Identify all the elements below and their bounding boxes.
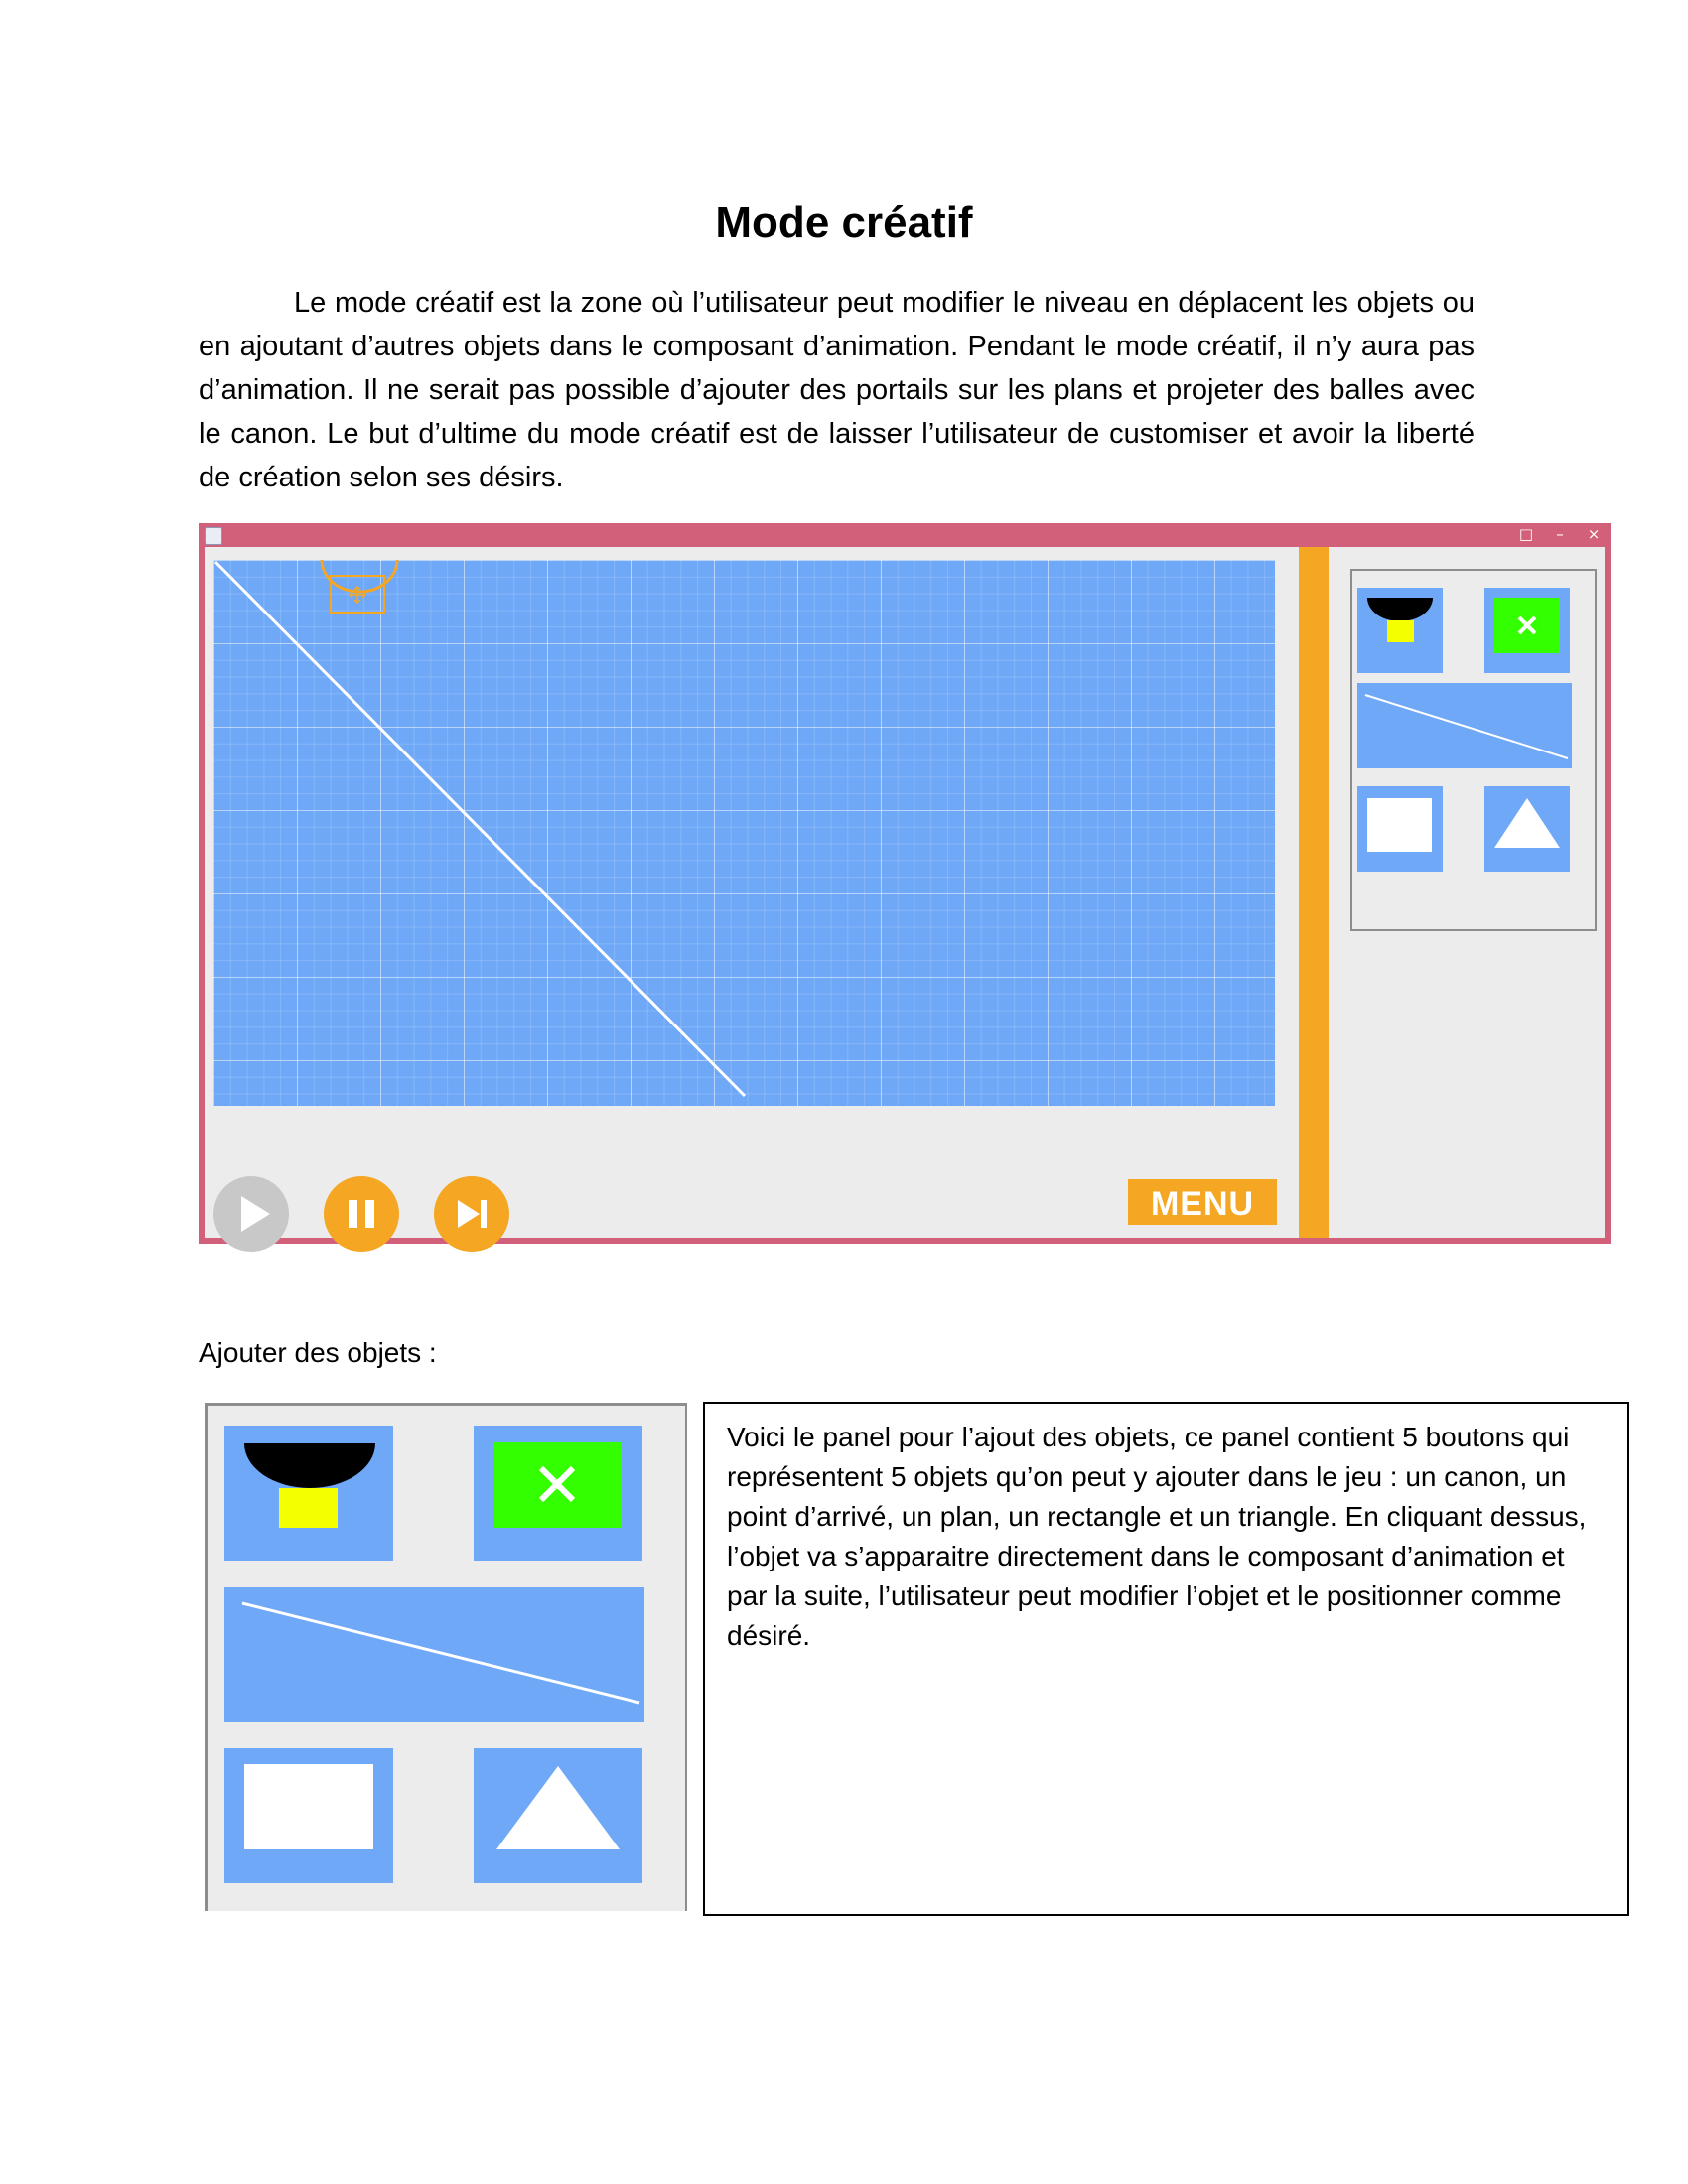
add-triangle-button[interactable] xyxy=(1484,786,1570,872)
window-client-area: MENU xyxy=(205,547,1605,1252)
step-button[interactable] xyxy=(434,1176,509,1252)
maximize-button[interactable]: □ xyxy=(1511,523,1541,545)
menu-button[interactable]: MENU xyxy=(1128,1179,1277,1225)
add-canon-button[interactable] xyxy=(224,1426,393,1561)
panel-description: Voici le panel pour l’ajout des objets, … xyxy=(727,1422,1587,1651)
plane-line[interactable] xyxy=(213,560,747,1098)
object-panel-mini xyxy=(1350,569,1597,931)
intro-paragraph-text: Le mode créatif est la zone où l’utilisa… xyxy=(199,287,1475,493)
add-plane-button[interactable] xyxy=(1357,683,1572,768)
arrival-point-icon xyxy=(494,1442,622,1528)
document-title: Mode créatif xyxy=(715,199,973,247)
triangle-icon xyxy=(496,1766,620,1849)
add-rectangle-button[interactable] xyxy=(224,1748,393,1883)
add-triangle-button[interactable] xyxy=(474,1748,642,1883)
step-forward-icon xyxy=(458,1200,487,1228)
pause-button[interactable] xyxy=(324,1176,399,1252)
triangle-icon xyxy=(1494,798,1560,848)
arrival-point-icon xyxy=(1494,598,1560,653)
add-arrival-button[interactable] xyxy=(474,1426,642,1561)
canon-object[interactable] xyxy=(320,560,399,614)
canon-icon xyxy=(244,1443,375,1528)
app-window: – □ × MENU xyxy=(199,523,1611,1252)
section-heading: Ajouter des objets : xyxy=(199,1337,437,1368)
minimize-button[interactable]: – xyxy=(1545,523,1575,545)
divider-bar xyxy=(1299,547,1329,1238)
java-app-icon xyxy=(205,527,222,545)
rectangle-icon xyxy=(1367,798,1432,852)
panel-description-box: Voici le panel pour l’ajout des objets, … xyxy=(703,1402,1629,1916)
intro-paragraph: Le mode créatif est la zone où l’utilisa… xyxy=(199,281,1475,499)
plane-icon xyxy=(1364,694,1569,759)
object-panel xyxy=(205,1403,687,1911)
move-handle-icon[interactable] xyxy=(348,585,367,605)
canvas-scene xyxy=(213,560,747,1098)
animation-canvas[interactable] xyxy=(213,560,1275,1106)
pause-icon xyxy=(349,1200,374,1228)
play-button[interactable] xyxy=(213,1176,289,1252)
add-plane-button[interactable] xyxy=(224,1587,644,1722)
canon-icon xyxy=(1367,598,1433,642)
rectangle-icon xyxy=(244,1764,373,1849)
plane-icon xyxy=(241,1601,640,1705)
close-button[interactable]: × xyxy=(1579,523,1609,545)
play-icon xyxy=(241,1196,270,1232)
add-arrival-button[interactable] xyxy=(1484,588,1570,673)
add-rectangle-button[interactable] xyxy=(1357,786,1443,872)
add-canon-button[interactable] xyxy=(1357,588,1443,673)
